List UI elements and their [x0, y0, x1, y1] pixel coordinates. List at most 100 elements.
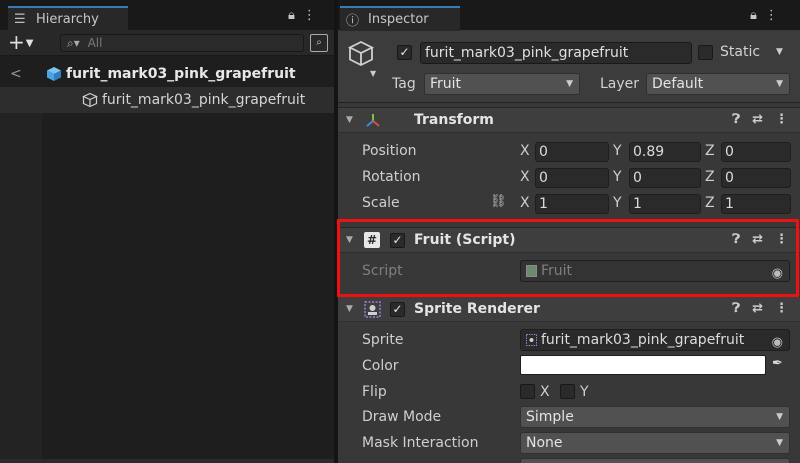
kebab-menu-icon[interactable]: ⋮ [775, 232, 788, 247]
chevron-down-icon: ▼ [776, 438, 783, 448]
icon-dropdown-arrow-icon[interactable]: ▼ [370, 69, 376, 78]
flip-y-label: Y [580, 384, 589, 400]
sprite-renderer-header[interactable]: ▼ ✓ Sprite Renderer ❓︎ ⇄ ⋮ [338, 296, 800, 322]
fruit-script-header[interactable]: ▼ # ✓ Fruit (Script) ❓︎ ⇄ ⋮ [338, 227, 800, 253]
hierarchy-panel: ☰ Hierarchy 🔒︎ ⋮ +▼ ⌕▾ All ⌕ < furit_mar… [0, 0, 334, 463]
csharp-script-icon: # [364, 232, 380, 248]
axis-x-label: X [520, 195, 530, 211]
object-picker-icon[interactable]: ◉ [772, 264, 783, 284]
eyedropper-icon[interactable]: ✒ [772, 356, 783, 371]
dropdown-arrow-icon: ▼ [25, 37, 34, 49]
component-header-icons: ❓︎ ⇄ ⋮ [732, 112, 788, 127]
axis-x-label: X [520, 169, 530, 185]
sprite-renderer-icon [364, 301, 381, 318]
hierarchy-scrollbar[interactable] [0, 459, 334, 463]
draw-mode-value: Simple [526, 409, 574, 425]
color-label: Color [362, 358, 399, 374]
kebab-menu-icon[interactable]: ⋮ [765, 8, 778, 23]
presets-icon[interactable]: ⇄ [752, 112, 763, 127]
tag-value: Fruit [430, 76, 462, 92]
help-icon[interactable]: ❓︎ [732, 112, 740, 127]
presets-icon[interactable]: ⇄ [752, 301, 763, 316]
gameobject-cube-icon [82, 92, 98, 108]
color-swatch[interactable] [520, 355, 766, 375]
position-x-field[interactable]: 0 [535, 142, 609, 162]
back-chevron-icon[interactable]: < [10, 66, 22, 82]
tab-hierarchy[interactable]: ☰ Hierarchy [8, 6, 128, 31]
axis-y-label: Y [613, 143, 622, 159]
sprite-field[interactable]: furit_mark03_pink_grapefruit ◉ [520, 329, 790, 351]
inspector-tabbar: ⓘ Inspector 🔒︎ ⋮ [338, 0, 800, 31]
object-picker-icon[interactable]: ◉ [772, 333, 783, 353]
layer-dropdown[interactable]: Default ▼ [646, 73, 790, 95]
position-y-field[interactable]: 0.89 [629, 142, 701, 162]
sprite-renderer-enabled-checkbox[interactable]: ✓ [390, 302, 405, 317]
info-icon: ⓘ [346, 14, 360, 29]
presets-icon[interactable]: ⇄ [752, 232, 763, 247]
kebab-menu-icon[interactable]: ⋮ [775, 301, 788, 316]
tab-inspector[interactable]: ⓘ Inspector [340, 6, 460, 31]
script-label: Script [362, 263, 403, 279]
scale-label: Scale [362, 195, 400, 211]
lock-icon[interactable]: 🔒︎ [750, 8, 757, 23]
transform-header[interactable]: ▼ Transform ❓︎ ⇄ ⋮ [338, 107, 800, 133]
rotation-z-field[interactable]: 0 [721, 168, 791, 188]
scale-z-field[interactable]: 1 [721, 194, 791, 214]
object-name-field[interactable]: furit_mark03_pink_grapefruit [420, 42, 692, 64]
static-checkbox[interactable] [698, 45, 713, 60]
axis-x-label: X [520, 143, 530, 159]
next-field-dropdown[interactable] [520, 458, 790, 463]
axis-z-label: Z [705, 195, 715, 211]
sprite-value: furit_mark03_pink_grapefruit [541, 332, 745, 348]
lock-icon[interactable]: 🔒︎ [288, 8, 295, 23]
foldout-arrow-icon[interactable]: ▼ [346, 304, 353, 314]
flip-x-checkbox[interactable] [520, 384, 535, 399]
kebab-menu-icon[interactable]: ⋮ [775, 112, 788, 127]
search-by-type-button[interactable]: ⌕ [310, 34, 328, 52]
draw-mode-dropdown[interactable]: Simple ▼ [520, 406, 790, 428]
foldout-arrow-icon[interactable]: ▼ [346, 235, 353, 245]
chevron-down-icon: ▼ [776, 79, 783, 89]
help-icon[interactable]: ❓︎ [732, 301, 740, 316]
scale-y-field[interactable]: 1 [629, 194, 701, 214]
help-icon[interactable]: ❓︎ [732, 232, 740, 247]
search-input[interactable]: ⌕▾ All [60, 34, 304, 52]
draw-mode-label: Draw Mode [362, 409, 442, 425]
axis-z-label: Z [705, 169, 715, 185]
rotation-x-field[interactable]: 0 [535, 168, 609, 188]
fruit-script-title: Fruit (Script) [414, 232, 516, 248]
hierarchy-item-prefab-root[interactable]: < furit_mark03_pink_grapefruit [0, 61, 334, 87]
active-checkbox[interactable]: ✓ [397, 45, 412, 60]
list-icon: ☰ [14, 12, 26, 27]
tag-label: Tag [392, 76, 416, 92]
axis-z-label: Z [705, 143, 715, 159]
component-header-icons: ❓︎ ⇄ ⋮ [732, 301, 788, 316]
script-field[interactable]: Fruit ◉ [520, 260, 790, 282]
static-label: Static [720, 44, 761, 60]
search-placeholder: All [87, 36, 103, 50]
script-enabled-checkbox[interactable]: ✓ [390, 233, 405, 248]
position-z-field[interactable]: 0 [721, 142, 791, 162]
gameobject-header: ▼ ✓ furit_mark03_pink_grapefruit Static … [338, 31, 800, 103]
transform-axes-icon [366, 114, 380, 127]
hierarchy-tabbar: ☰ Hierarchy 🔒︎ ⋮ [0, 0, 334, 31]
tag-dropdown[interactable]: Fruit ▼ [424, 73, 580, 95]
flip-label: Flip [362, 384, 387, 400]
mask-interaction-label: Mask Interaction [362, 435, 479, 451]
sprite-renderer-title: Sprite Renderer [414, 301, 540, 317]
flip-y-checkbox[interactable] [560, 384, 575, 399]
foldout-arrow-icon[interactable]: ▼ [346, 115, 353, 125]
kebab-menu-icon[interactable]: ⋮ [303, 8, 316, 23]
hierarchy-item-child[interactable]: furit_mark03_pink_grapefruit [0, 87, 334, 113]
create-button[interactable]: +▼ [8, 31, 33, 55]
static-dropdown-arrow-icon[interactable]: ▼ [776, 47, 783, 57]
scale-x-field[interactable]: 1 [535, 194, 609, 214]
inspector-panel: ⓘ Inspector 🔒︎ ⋮ ▼ ✓ furit_mark03_pink_g… [338, 0, 800, 463]
mask-interaction-value: None [526, 435, 563, 451]
rotation-y-field[interactable]: 0 [629, 168, 701, 188]
chevron-down-icon: ▼ [566, 79, 573, 89]
flip-x-label: X [540, 384, 550, 400]
link-icon[interactable]: ⛓ [490, 194, 507, 209]
gameobject-cube-icon [347, 40, 375, 67]
mask-interaction-dropdown[interactable]: None ▼ [520, 432, 790, 454]
